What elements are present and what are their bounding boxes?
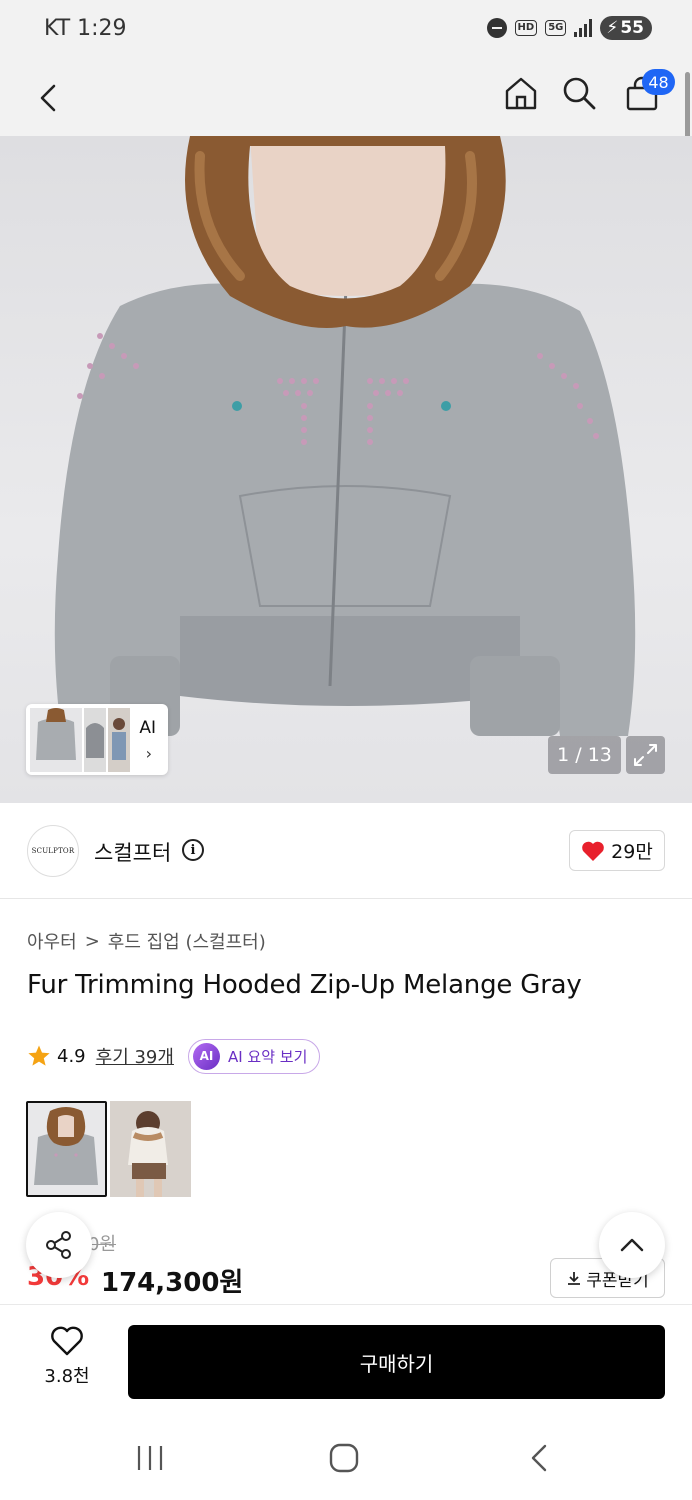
thumbnail-images xyxy=(30,708,130,772)
chevron-up-icon xyxy=(620,1238,644,1252)
heart-outline-icon xyxy=(51,1326,83,1356)
product-photo xyxy=(54,136,636,736)
home-nav-icon[interactable] xyxy=(328,1442,360,1474)
network-5g-icon: 5G xyxy=(545,20,567,36)
cart-count-badge: 48 xyxy=(642,69,675,95)
status-time: KT 1:29 xyxy=(44,16,127,41)
variant-thumbnail-1[interactable] xyxy=(26,1101,107,1197)
ai-label: AI xyxy=(139,718,156,738)
rating-value: 4.9 xyxy=(57,1045,86,1067)
home-button[interactable] xyxy=(500,72,542,114)
system-navigation-bar xyxy=(0,1414,692,1500)
heart-filled-icon xyxy=(582,841,604,861)
breadcrumb-subcategory[interactable]: 후드 집업 (스컬프터) xyxy=(108,928,266,954)
scroll-to-top-button[interactable] xyxy=(599,1212,665,1278)
expand-button[interactable] xyxy=(626,736,665,774)
home-icon xyxy=(505,77,537,110)
share-button[interactable] xyxy=(26,1212,92,1278)
wishlist-button[interactable]: 3.8천 xyxy=(30,1326,104,1388)
image-counter: 1 / 13 xyxy=(548,736,621,774)
brand-like-button[interactable]: 29만 xyxy=(569,830,665,871)
ai-similar-thumbnails[interactable]: AI › xyxy=(26,704,168,775)
final-price: 174,300원 xyxy=(101,1268,244,1298)
price-section: 0원 30% 174,300원 쿠폰받기 xyxy=(0,1210,692,1305)
variant-thumbnail-2[interactable] xyxy=(110,1101,191,1197)
battery-level: 55 xyxy=(620,18,644,38)
breadcrumb-separator: > xyxy=(84,930,100,952)
chevron-right-icon: › xyxy=(145,744,152,763)
share-icon xyxy=(46,1231,71,1259)
battery-indicator: ⚡ 55 xyxy=(600,16,652,40)
breadcrumb: 아우터 > 후드 집업 (스컬프터) xyxy=(27,928,266,954)
recent-apps-icon[interactable] xyxy=(135,1443,165,1473)
brand-row: SCULPTOR 스컬프터 i 29만 xyxy=(0,803,692,899)
ai-summary-button[interactable]: AI AI 요약 보기 xyxy=(187,1038,321,1074)
wishlist-count: 3.8천 xyxy=(44,1366,90,1387)
ai-summary-label: AI 요약 보기 xyxy=(227,1047,308,1066)
breadcrumb-category[interactable]: 아우터 xyxy=(27,928,77,954)
top-app-bar xyxy=(0,62,692,136)
original-price: 0원 xyxy=(88,1234,117,1255)
brand-logo-text: SCULPTOR xyxy=(31,847,75,855)
info-icon[interactable]: i xyxy=(182,839,204,861)
variant-image-2 xyxy=(110,1101,191,1197)
back-nav-icon[interactable] xyxy=(527,1443,551,1473)
back-button[interactable] xyxy=(30,76,66,120)
status-icons: HD 5G ⚡ 55 xyxy=(486,16,652,40)
bottom-action-bar: 3.8천 구매하기 xyxy=(0,1306,692,1414)
brand-name[interactable]: 스컬프터 xyxy=(94,837,171,867)
star-icon xyxy=(28,1045,50,1066)
search-icon xyxy=(563,77,596,110)
variant-image-1 xyxy=(34,1107,98,1185)
ai-badge-icon: AI xyxy=(192,1042,220,1070)
brand-logo[interactable]: SCULPTOR xyxy=(27,825,79,877)
buy-button[interactable]: 구매하기 xyxy=(128,1325,665,1399)
chevron-left-icon xyxy=(40,84,56,112)
brand-like-count: 29만 xyxy=(611,841,653,863)
product-title: Fur Trimming Hooded Zip-Up Melange Gray xyxy=(27,970,582,1000)
status-bar: KT 1:29 HD 5G ⚡ 55 xyxy=(0,0,692,62)
download-icon xyxy=(568,1272,581,1285)
do-not-disturb-icon xyxy=(486,18,507,38)
signal-icon xyxy=(574,19,593,37)
search-button[interactable] xyxy=(558,72,600,114)
scrollbar[interactable] xyxy=(685,72,690,146)
charging-icon: ⚡ xyxy=(606,18,619,38)
rating-row: 4.9 후기 39개 AI AI 요약 보기 xyxy=(27,1038,321,1074)
product-image-gallery[interactable] xyxy=(0,136,692,803)
expand-icon xyxy=(634,744,657,766)
review-count-link[interactable]: 후기 39개 xyxy=(96,1043,174,1069)
hd-icon: HD xyxy=(514,20,538,36)
